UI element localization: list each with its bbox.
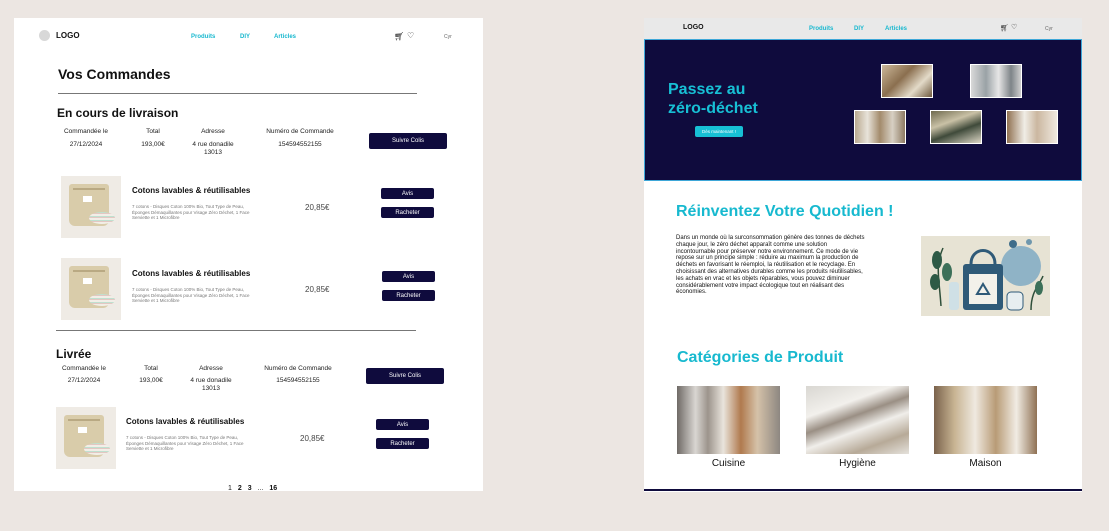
product-image[interactable] xyxy=(61,258,121,320)
product-description: 7 cotons - Disques Coton 100% Bio, Tout … xyxy=(126,435,244,451)
hero-banner: Passez au zéro-déchet Dès maintenant ! xyxy=(644,39,1082,181)
categories-title: Catégories de Produit xyxy=(677,349,844,366)
category-label-cuisine[interactable]: Cuisine xyxy=(677,458,780,469)
top-nav: LOGO Produits DIY Articles 🛒︎ ♡ Cyr xyxy=(644,18,1082,39)
nav-link-diy[interactable]: DIY xyxy=(854,26,864,32)
product-description: 7 cotons - Disques Coton 100% Bio, Tout … xyxy=(132,204,250,220)
hero-thumbnail-image xyxy=(930,110,982,144)
category-label-maison[interactable]: Maison xyxy=(934,458,1037,469)
section-title-in-progress: En cours de livraison xyxy=(57,106,179,120)
product-name[interactable]: Cotons lavables & réutilisables xyxy=(132,269,250,278)
col-header-date: Commandée le xyxy=(63,128,109,135)
zero-waste-illustration xyxy=(921,236,1050,316)
product-name[interactable]: Cotons lavables & réutilisables xyxy=(132,186,250,195)
col-header-total: Total xyxy=(146,128,160,135)
col-header-address: Adresse xyxy=(199,365,223,372)
product-description: 7 cotons - Disques Coton 100% Bio, Tout … xyxy=(132,287,250,303)
order-total: 193,00€ xyxy=(139,377,163,384)
order-date: 27/12/2024 xyxy=(69,141,103,148)
intro-title: Réinventez Votre Quotidien ! xyxy=(676,203,894,220)
product-image[interactable] xyxy=(56,407,116,469)
rebuy-button[interactable]: Racheter xyxy=(382,290,435,301)
heart-icon[interactable]: ♡ xyxy=(407,32,414,40)
col-header-date: Commandée le xyxy=(61,365,107,372)
col-header-order-number: Numéro de Commande xyxy=(266,128,334,135)
nav-link-articles[interactable]: Articles xyxy=(885,26,907,32)
cotton-pads-image xyxy=(84,443,110,455)
category-image-maison[interactable] xyxy=(934,386,1037,454)
col-header-total: Total xyxy=(144,365,158,372)
section-title-delivered: Livrée xyxy=(56,347,92,361)
pagination: 1 2 3 ... 16 xyxy=(228,485,281,491)
order-number: 154594552155 xyxy=(278,141,322,148)
page-link-16[interactable]: 16 xyxy=(269,485,277,491)
nav-link-diy[interactable]: DIY xyxy=(240,34,250,40)
hero-thumbnail-image xyxy=(854,110,906,144)
review-button[interactable]: Avis xyxy=(376,419,429,430)
account-link[interactable]: Cyr xyxy=(1045,26,1053,32)
nav-link-produits[interactable]: Produits xyxy=(809,26,833,32)
category-image-cuisine[interactable] xyxy=(677,386,780,454)
category-label-hygiene[interactable]: Hygiène xyxy=(806,458,909,469)
divider xyxy=(56,330,416,331)
home-page: LOGO Produits DIY Articles 🛒︎ ♡ Cyr Pass… xyxy=(644,18,1082,492)
hero-cta-button[interactable]: Dès maintenant ! xyxy=(695,126,743,137)
heart-icon[interactable]: ♡ xyxy=(1011,24,1017,32)
logo[interactable]: LOGO xyxy=(683,24,704,31)
cotton-pads-image xyxy=(89,212,115,224)
nav-link-articles[interactable]: Articles xyxy=(274,34,296,40)
product-name[interactable]: Cotons lavables & réutilisables xyxy=(126,417,244,426)
rebuy-button[interactable]: Racheter xyxy=(381,207,434,218)
account-link[interactable]: Cyr xyxy=(444,34,452,40)
order-date: 27/12/2024 xyxy=(67,377,101,384)
top-nav: LOGO Produits DIY Articles 🛒︎ ♡ Cyr xyxy=(14,18,483,54)
hero-thumbnail-image xyxy=(970,64,1022,98)
hero-thumbnail-image xyxy=(1006,110,1058,144)
page-ellipsis: ... xyxy=(257,485,264,491)
col-header-order-number: Numéro de Commande xyxy=(264,365,332,372)
col-header-address: Adresse xyxy=(201,128,225,135)
cart-icon[interactable]: 🛒︎ xyxy=(1000,25,1009,33)
rebuy-button[interactable]: Racheter xyxy=(376,438,429,449)
page-link-1[interactable]: 1 xyxy=(228,485,232,491)
order-address: 4 rue donadile 13013 xyxy=(192,141,234,156)
track-package-button[interactable]: Suivre Colis xyxy=(369,133,447,149)
product-price: 20,85€ xyxy=(305,203,330,212)
review-button[interactable]: Avis xyxy=(382,271,435,282)
category-image-hygiene[interactable] xyxy=(806,386,909,454)
logo-icon xyxy=(39,30,50,41)
cotton-pads-image xyxy=(89,294,115,306)
intro-paragraph: Dans un monde où la surconsommation génè… xyxy=(676,235,865,296)
hero-title: Passez au zéro-déchet xyxy=(668,81,758,117)
review-button[interactable]: Avis xyxy=(381,188,434,199)
page-title: Vos Commandes xyxy=(58,66,171,82)
divider xyxy=(58,93,417,94)
logo[interactable]: LOGO xyxy=(56,31,80,40)
track-package-button[interactable]: Suivre Colis xyxy=(366,368,444,384)
page-link-2[interactable]: 2 xyxy=(238,485,242,491)
order-address: 4 rue donadile 13013 xyxy=(190,377,232,392)
hero-thumbnail-image xyxy=(881,64,933,98)
order-number: 154594552155 xyxy=(276,377,320,384)
page-link-3[interactable]: 3 xyxy=(248,485,252,491)
nav-link-produits[interactable]: Produits xyxy=(191,34,215,40)
order-total: 193,00€ xyxy=(141,141,165,148)
footer-divider xyxy=(644,489,1082,491)
product-price: 20,85€ xyxy=(300,434,325,443)
product-price: 20,85€ xyxy=(305,285,330,294)
product-image[interactable] xyxy=(61,176,121,238)
cart-icon[interactable]: 🛒︎ xyxy=(394,33,404,41)
orders-page: LOGO Produits DIY Articles 🛒︎ ♡ Cyr Vos … xyxy=(14,18,483,491)
